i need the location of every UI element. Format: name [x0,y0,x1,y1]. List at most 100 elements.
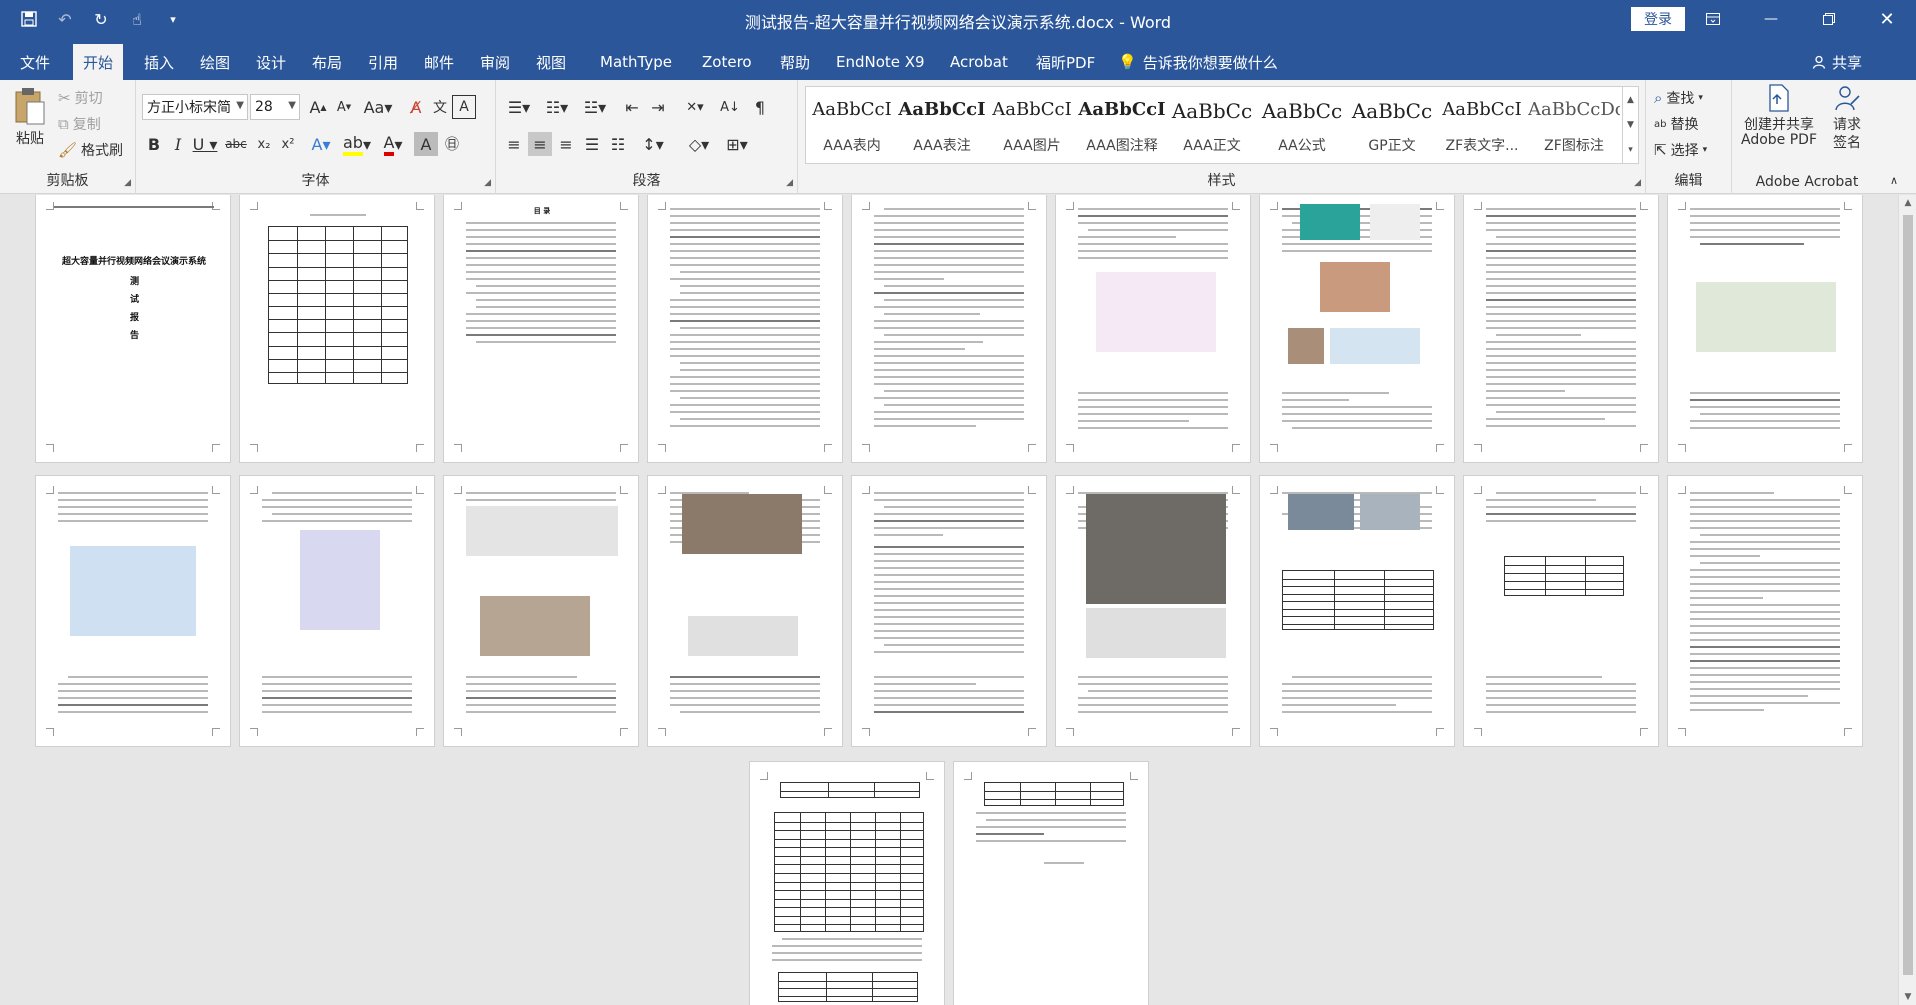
vertical-scrollbar[interactable]: ▲ ▼ [1898,195,1916,1005]
character-border-icon[interactable]: A [452,95,476,119]
minimize-icon[interactable]: — [1742,0,1800,38]
paste-button[interactable]: 粘贴 [10,86,50,148]
scroll-thumb[interactable] [1903,215,1913,975]
subscript-icon[interactable]: x₂ [252,132,276,156]
page-thumbnail[interactable] [1055,475,1251,747]
tab-mailings[interactable]: 邮件 [414,44,464,80]
styles-gallery-scroll[interactable]: ▲ ▼ ▾ [1622,87,1638,163]
style-zf-figure-note[interactable]: AaBbCcDc ZF图标注 [1528,89,1620,161]
page-thumbnail[interactable] [1667,475,1863,747]
collapse-ribbon-icon[interactable]: ∧ [1890,174,1898,187]
sort-icon[interactable]: A↓ [718,95,742,119]
request-signature-button[interactable]: 请求 签名 [1824,84,1870,152]
tab-endnote[interactable]: EndNote X9 [826,44,935,80]
scroll-down-icon[interactable]: ▼ [1899,989,1916,1005]
bullets-icon[interactable]: ☰▾ [502,95,536,119]
select-button[interactable]: ⇱ 选择 ▾ [1654,140,1707,160]
shading-icon[interactable]: ◇▾ [682,132,716,156]
chinese-layout-icon[interactable]: ✕▾ [678,95,712,119]
replace-button[interactable]: ab 替换 [1654,114,1698,134]
page-thumbnail[interactable] [749,761,945,1005]
page-thumbnail[interactable] [851,475,1047,747]
superscript-icon[interactable]: x² [276,132,300,156]
page-thumbnail[interactable] [239,195,435,463]
tab-home[interactable]: 开始 [73,44,124,80]
underline-icon[interactable]: U ▾ [190,132,220,156]
style-aaa-figure-note[interactable]: AaBbCcI AAA图注释 [1078,89,1166,161]
tab-layout[interactable]: 布局 [302,44,352,80]
numbering-icon[interactable]: ☷▾ [540,95,574,119]
increase-indent-icon[interactable]: ⇥ [646,95,670,119]
tab-help[interactable]: 帮助 [770,44,820,80]
share-button[interactable]: 共享 [1812,44,1862,80]
borders-icon[interactable]: ⊞▾ [720,132,754,156]
tab-file[interactable]: 文件 [10,44,60,80]
page-thumbnail[interactable] [647,195,843,463]
tab-mathtype[interactable]: MathType [590,44,682,80]
page-thumbnail[interactable]: 目 录 [443,195,639,463]
tab-insert[interactable]: 插入 [134,44,184,80]
page-thumbnail[interactable] [1463,195,1659,463]
tab-draw[interactable]: 绘图 [190,44,240,80]
cut-button[interactable]: ✂ 剪切 [58,88,103,108]
tab-acrobat[interactable]: Acrobat [940,44,1018,80]
clipboard-launcher-icon[interactable]: ◢ [124,178,131,188]
style-aaa-body[interactable]: AaBbCc AAA正文 [1168,89,1256,161]
close-icon[interactable]: ✕ [1858,0,1916,38]
phonetic-guide-icon[interactable]: 文 [428,95,452,119]
decrease-indent-icon[interactable]: ⇤ [620,95,644,119]
restore-icon[interactable] [1800,0,1858,38]
page-thumbnail[interactable] [239,475,435,747]
style-gp-body[interactable]: AaBbCc GP正文 [1348,89,1436,161]
page-thumbnail[interactable] [1259,195,1455,463]
paragraph-launcher-icon[interactable]: ◢ [786,178,793,188]
font-color-icon[interactable]: A ▾ [378,132,408,156]
show-marks-icon[interactable]: ¶ [748,95,772,119]
tab-foxit-pdf[interactable]: 福昕PDF [1026,44,1105,80]
style-zf-table-text[interactable]: AaBbCcI ZF表文字... [1438,89,1526,161]
tab-review[interactable]: 审阅 [470,44,520,80]
format-painter-button[interactable]: 🖌 格式刷 [58,140,123,160]
tell-me-search[interactable]: 💡 告诉我你想要做什么 [1118,44,1278,80]
scroll-up-icon[interactable]: ▲ [1899,195,1916,211]
style-aaa-table-note[interactable]: AaBbCcI AAA表注 [898,89,986,161]
find-button[interactable]: ⌕ 查找 ▾ [1654,88,1703,108]
more-styles-icon[interactable]: ▾ [1628,145,1633,155]
page-thumbnail[interactable] [953,761,1149,1005]
create-share-pdf-button[interactable]: 创建并共享 Adobe PDF [1740,84,1818,148]
style-aaa-picture[interactable]: AaBbCcI AAA图片 [988,89,1076,161]
page-thumbnail[interactable] [647,475,843,747]
tab-zotero[interactable]: Zotero [692,44,762,80]
ribbon-display-options-icon[interactable] [1684,0,1742,38]
align-right-icon[interactable]: ≡ [554,132,578,156]
font-name-box[interactable]: 方正小标宋简 ▼ [142,94,248,120]
styles-launcher-icon[interactable]: ◢ [1634,178,1641,188]
clear-formatting-icon[interactable]: A̸ [404,95,428,119]
chevron-up-icon[interactable]: ▲ [1627,95,1634,105]
character-shading-icon[interactable]: A [414,132,438,156]
copy-button[interactable]: ⧉ 复制 [58,114,101,134]
grow-font-icon[interactable]: A ▲ [306,95,330,119]
align-left-icon[interactable]: ≡ [502,132,526,156]
highlight-color-icon[interactable]: ab ▾ [342,132,372,156]
bold-icon[interactable]: B [142,132,166,156]
justify-icon[interactable]: ☰ [580,132,604,156]
align-center-icon[interactable]: ≡ [528,132,552,156]
page-thumbnail[interactable] [1055,195,1251,463]
multilevel-list-icon[interactable]: ☳▾ [578,95,612,119]
tab-design[interactable]: 设计 [246,44,296,80]
enclose-characters-icon[interactable]: ㊐ [440,132,464,156]
tab-references[interactable]: 引用 [358,44,408,80]
page-thumbnail[interactable] [1463,475,1659,747]
text-effects-icon[interactable]: A▾ [306,132,336,156]
font-launcher-icon[interactable]: ◢ [484,178,491,188]
style-aaa-table-inner[interactable]: AaBbCcI AAA表内 [808,89,896,161]
line-spacing-icon[interactable]: ↕▾ [636,132,670,156]
login-button[interactable]: 登录 [1631,7,1685,31]
change-case-icon[interactable]: Aa▾ [362,95,394,119]
style-aa-formula[interactable]: AaBbCc AA公式 [1258,89,1346,161]
page-thumbnail[interactable] [1667,195,1863,463]
italic-icon[interactable]: I [166,132,190,156]
shrink-font-icon[interactable]: A ▼ [332,95,356,119]
chevron-down-icon[interactable]: ▼ [1627,120,1634,130]
